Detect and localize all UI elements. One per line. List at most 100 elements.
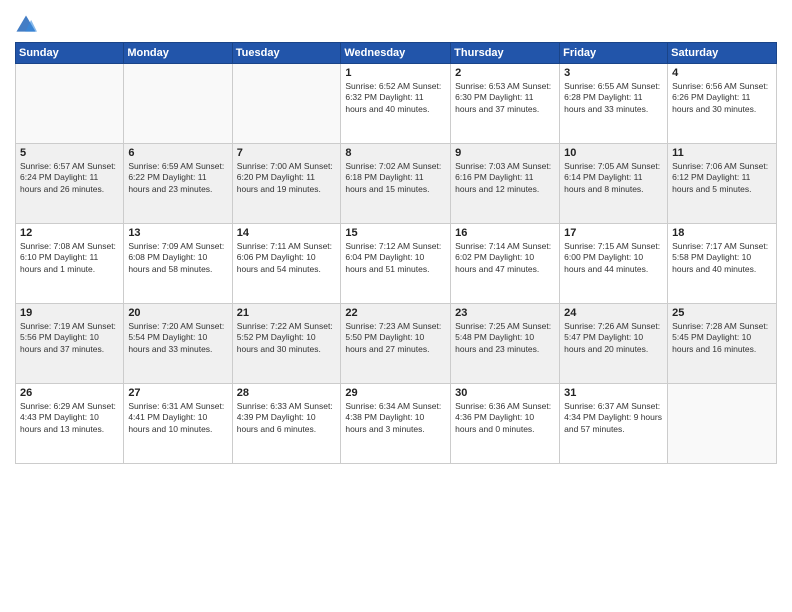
day-number: 2 — [455, 67, 555, 79]
day-number: 17 — [564, 227, 663, 239]
day-number: 9 — [455, 147, 555, 159]
day-info: Sunrise: 6:55 AM Sunset: 6:28 PM Dayligh… — [564, 81, 663, 115]
day-info: Sunrise: 7:17 AM Sunset: 5:58 PM Dayligh… — [672, 241, 772, 275]
day-number: 27 — [128, 387, 227, 399]
page: SundayMondayTuesdayWednesdayThursdayFrid… — [0, 0, 792, 612]
day-info: Sunrise: 7:26 AM Sunset: 5:47 PM Dayligh… — [564, 321, 663, 355]
weekday-header-saturday: Saturday — [668, 43, 777, 64]
table-row: 27 Sunrise: 6:31 AM Sunset: 4:41 PM Dayli… — [124, 384, 232, 464]
day-info: Sunrise: 6:34 AM Sunset: 4:38 PM Dayligh… — [345, 401, 446, 435]
day-info: Sunrise: 7:28 AM Sunset: 5:45 PM Dayligh… — [672, 321, 772, 355]
day-info: Sunrise: 7:00 AM Sunset: 6:20 PM Dayligh… — [237, 161, 337, 195]
day-info: Sunrise: 7:08 AM Sunset: 6:10 PM Dayligh… — [20, 241, 119, 275]
table-row: 4Sunrise: 6:56 AM Sunset: 6:26 PM Daylig… — [668, 64, 777, 144]
day-number: 8 — [345, 147, 446, 159]
table-row: 5Sunrise: 6:57 AM Sunset: 6:24 PM Daylig… — [16, 144, 124, 224]
table-row — [124, 64, 232, 144]
weekday-header-tuesday: Tuesday — [232, 43, 341, 64]
day-info: Sunrise: 6:53 AM Sunset: 6:30 PM Dayligh… — [455, 81, 555, 115]
day-number: 21 — [237, 307, 337, 319]
day-info: Sunrise: 7:15 AM Sunset: 6:00 PM Dayligh… — [564, 241, 663, 275]
table-row: 12 Sunrise: 7:08 AM Sunset: 6:10 PM Dayli… — [16, 224, 124, 304]
weekday-header-wednesday: Wednesday — [341, 43, 451, 64]
day-info: Sunrise: 7:11 AM Sunset: 6:06 PM Dayligh… — [237, 241, 337, 275]
day-info: Sunrise: 6:37 AM Sunset: 4:34 PM Dayligh… — [564, 401, 663, 435]
day-number: 23 — [455, 307, 555, 319]
day-number: 30 — [455, 387, 555, 399]
table-row: 3Sunrise: 6:55 AM Sunset: 6:28 PM Daylig… — [560, 64, 668, 144]
table-row: 17 Sunrise: 7:15 AM Sunset: 6:00 PM Dayli… — [560, 224, 668, 304]
day-info: Sunrise: 6:57 AM Sunset: 6:24 PM Dayligh… — [20, 161, 119, 195]
day-number: 31 — [564, 387, 663, 399]
logo — [15, 14, 41, 36]
day-info: Sunrise: 6:36 AM Sunset: 4:36 PM Dayligh… — [455, 401, 555, 435]
weekday-header-friday: Friday — [560, 43, 668, 64]
day-info: Sunrise: 6:52 AM Sunset: 6:32 PM Dayligh… — [345, 81, 446, 115]
calendar-row-4: 26Sunrise: 6:29 AM Sunset: 4:43 PM Dayli… — [16, 384, 777, 464]
table-row: 16 Sunrise: 7:14 AM Sunset: 6:02 PM Dayli… — [451, 224, 560, 304]
table-row: 8 Sunrise: 7:02 AM Sunset: 6:18 PM Daylig… — [341, 144, 451, 224]
day-info: Sunrise: 6:56 AM Sunset: 6:26 PM Dayligh… — [672, 81, 772, 115]
table-row: 22 Sunrise: 7:23 AM Sunset: 5:50 PM Dayli… — [341, 304, 451, 384]
day-number: 22 — [345, 307, 446, 319]
day-number: 11 — [672, 147, 772, 159]
day-number: 19 — [20, 307, 119, 319]
table-row: 29 Sunrise: 6:34 AM Sunset: 4:38 PM Dayli… — [341, 384, 451, 464]
day-number: 24 — [564, 307, 663, 319]
day-info: Sunrise: 7:14 AM Sunset: 6:02 PM Dayligh… — [455, 241, 555, 275]
weekday-header-thursday: Thursday — [451, 43, 560, 64]
day-number: 20 — [128, 307, 227, 319]
day-number: 7 — [237, 147, 337, 159]
day-number: 15 — [345, 227, 446, 239]
table-row: 30 Sunrise: 6:36 AM Sunset: 4:36 PM Dayli… — [451, 384, 560, 464]
weekday-header-monday: Monday — [124, 43, 232, 64]
table-row: 2 Sunrise: 6:53 AM Sunset: 6:30 PM Daylig… — [451, 64, 560, 144]
logo-icon — [15, 14, 37, 36]
table-row — [16, 64, 124, 144]
table-row — [232, 64, 341, 144]
day-info: Sunrise: 6:31 AM Sunset: 4:41 PM Dayligh… — [128, 401, 227, 435]
calendar-row-0: 1Sunrise: 6:52 AM Sunset: 6:32 PM Daylig… — [16, 64, 777, 144]
day-info: Sunrise: 6:59 AM Sunset: 6:22 PM Dayligh… — [128, 161, 227, 195]
table-row: 23 Sunrise: 7:25 AM Sunset: 5:48 PM Dayli… — [451, 304, 560, 384]
day-number: 18 — [672, 227, 772, 239]
day-info: Sunrise: 7:03 AM Sunset: 6:16 PM Dayligh… — [455, 161, 555, 195]
table-row: 1Sunrise: 6:52 AM Sunset: 6:32 PM Daylig… — [341, 64, 451, 144]
day-number: 10 — [564, 147, 663, 159]
day-number: 28 — [237, 387, 337, 399]
table-row — [668, 384, 777, 464]
day-number: 13 — [128, 227, 227, 239]
table-row: 24 Sunrise: 7:26 AM Sunset: 5:47 PM Dayli… — [560, 304, 668, 384]
header — [15, 10, 777, 36]
day-info: Sunrise: 7:25 AM Sunset: 5:48 PM Dayligh… — [455, 321, 555, 355]
table-row: 11 Sunrise: 7:06 AM Sunset: 6:12 PM Dayli… — [668, 144, 777, 224]
day-info: Sunrise: 7:20 AM Sunset: 5:54 PM Dayligh… — [128, 321, 227, 355]
day-info: Sunrise: 7:19 AM Sunset: 5:56 PM Dayligh… — [20, 321, 119, 355]
day-number: 29 — [345, 387, 446, 399]
table-row: 18 Sunrise: 7:17 AM Sunset: 5:58 PM Dayli… — [668, 224, 777, 304]
day-info: Sunrise: 7:06 AM Sunset: 6:12 PM Dayligh… — [672, 161, 772, 195]
table-row: 6Sunrise: 6:59 AM Sunset: 6:22 PM Daylig… — [124, 144, 232, 224]
day-info: Sunrise: 7:23 AM Sunset: 5:50 PM Dayligh… — [345, 321, 446, 355]
day-number: 14 — [237, 227, 337, 239]
day-number: 25 — [672, 307, 772, 319]
day-info: Sunrise: 7:09 AM Sunset: 6:08 PM Dayligh… — [128, 241, 227, 275]
calendar-row-1: 5Sunrise: 6:57 AM Sunset: 6:24 PM Daylig… — [16, 144, 777, 224]
day-info: Sunrise: 7:02 AM Sunset: 6:18 PM Dayligh… — [345, 161, 446, 195]
table-row: 19 Sunrise: 7:19 AM Sunset: 5:56 PM Dayli… — [16, 304, 124, 384]
weekday-header-row: SundayMondayTuesdayWednesdayThursdayFrid… — [16, 43, 777, 64]
calendar-row-3: 19 Sunrise: 7:19 AM Sunset: 5:56 PM Dayli… — [16, 304, 777, 384]
day-number: 12 — [20, 227, 119, 239]
table-row: 26Sunrise: 6:29 AM Sunset: 4:43 PM Dayli… — [16, 384, 124, 464]
day-info: Sunrise: 7:05 AM Sunset: 6:14 PM Dayligh… — [564, 161, 663, 195]
table-row: 14 Sunrise: 7:11 AM Sunset: 6:06 PM Dayli… — [232, 224, 341, 304]
calendar-row-2: 12 Sunrise: 7:08 AM Sunset: 6:10 PM Dayli… — [16, 224, 777, 304]
day-number: 16 — [455, 227, 555, 239]
day-info: Sunrise: 7:12 AM Sunset: 6:04 PM Dayligh… — [345, 241, 446, 275]
table-row: 21Sunrise: 7:22 AM Sunset: 5:52 PM Dayli… — [232, 304, 341, 384]
table-row: 7 Sunrise: 7:00 AM Sunset: 6:20 PM Daylig… — [232, 144, 341, 224]
table-row: 28Sunrise: 6:33 AM Sunset: 4:39 PM Dayli… — [232, 384, 341, 464]
table-row: 25 Sunrise: 7:28 AM Sunset: 5:45 PM Dayli… — [668, 304, 777, 384]
day-info: Sunrise: 6:29 AM Sunset: 4:43 PM Dayligh… — [20, 401, 119, 435]
table-row: 13 Sunrise: 7:09 AM Sunset: 6:08 PM Dayli… — [124, 224, 232, 304]
